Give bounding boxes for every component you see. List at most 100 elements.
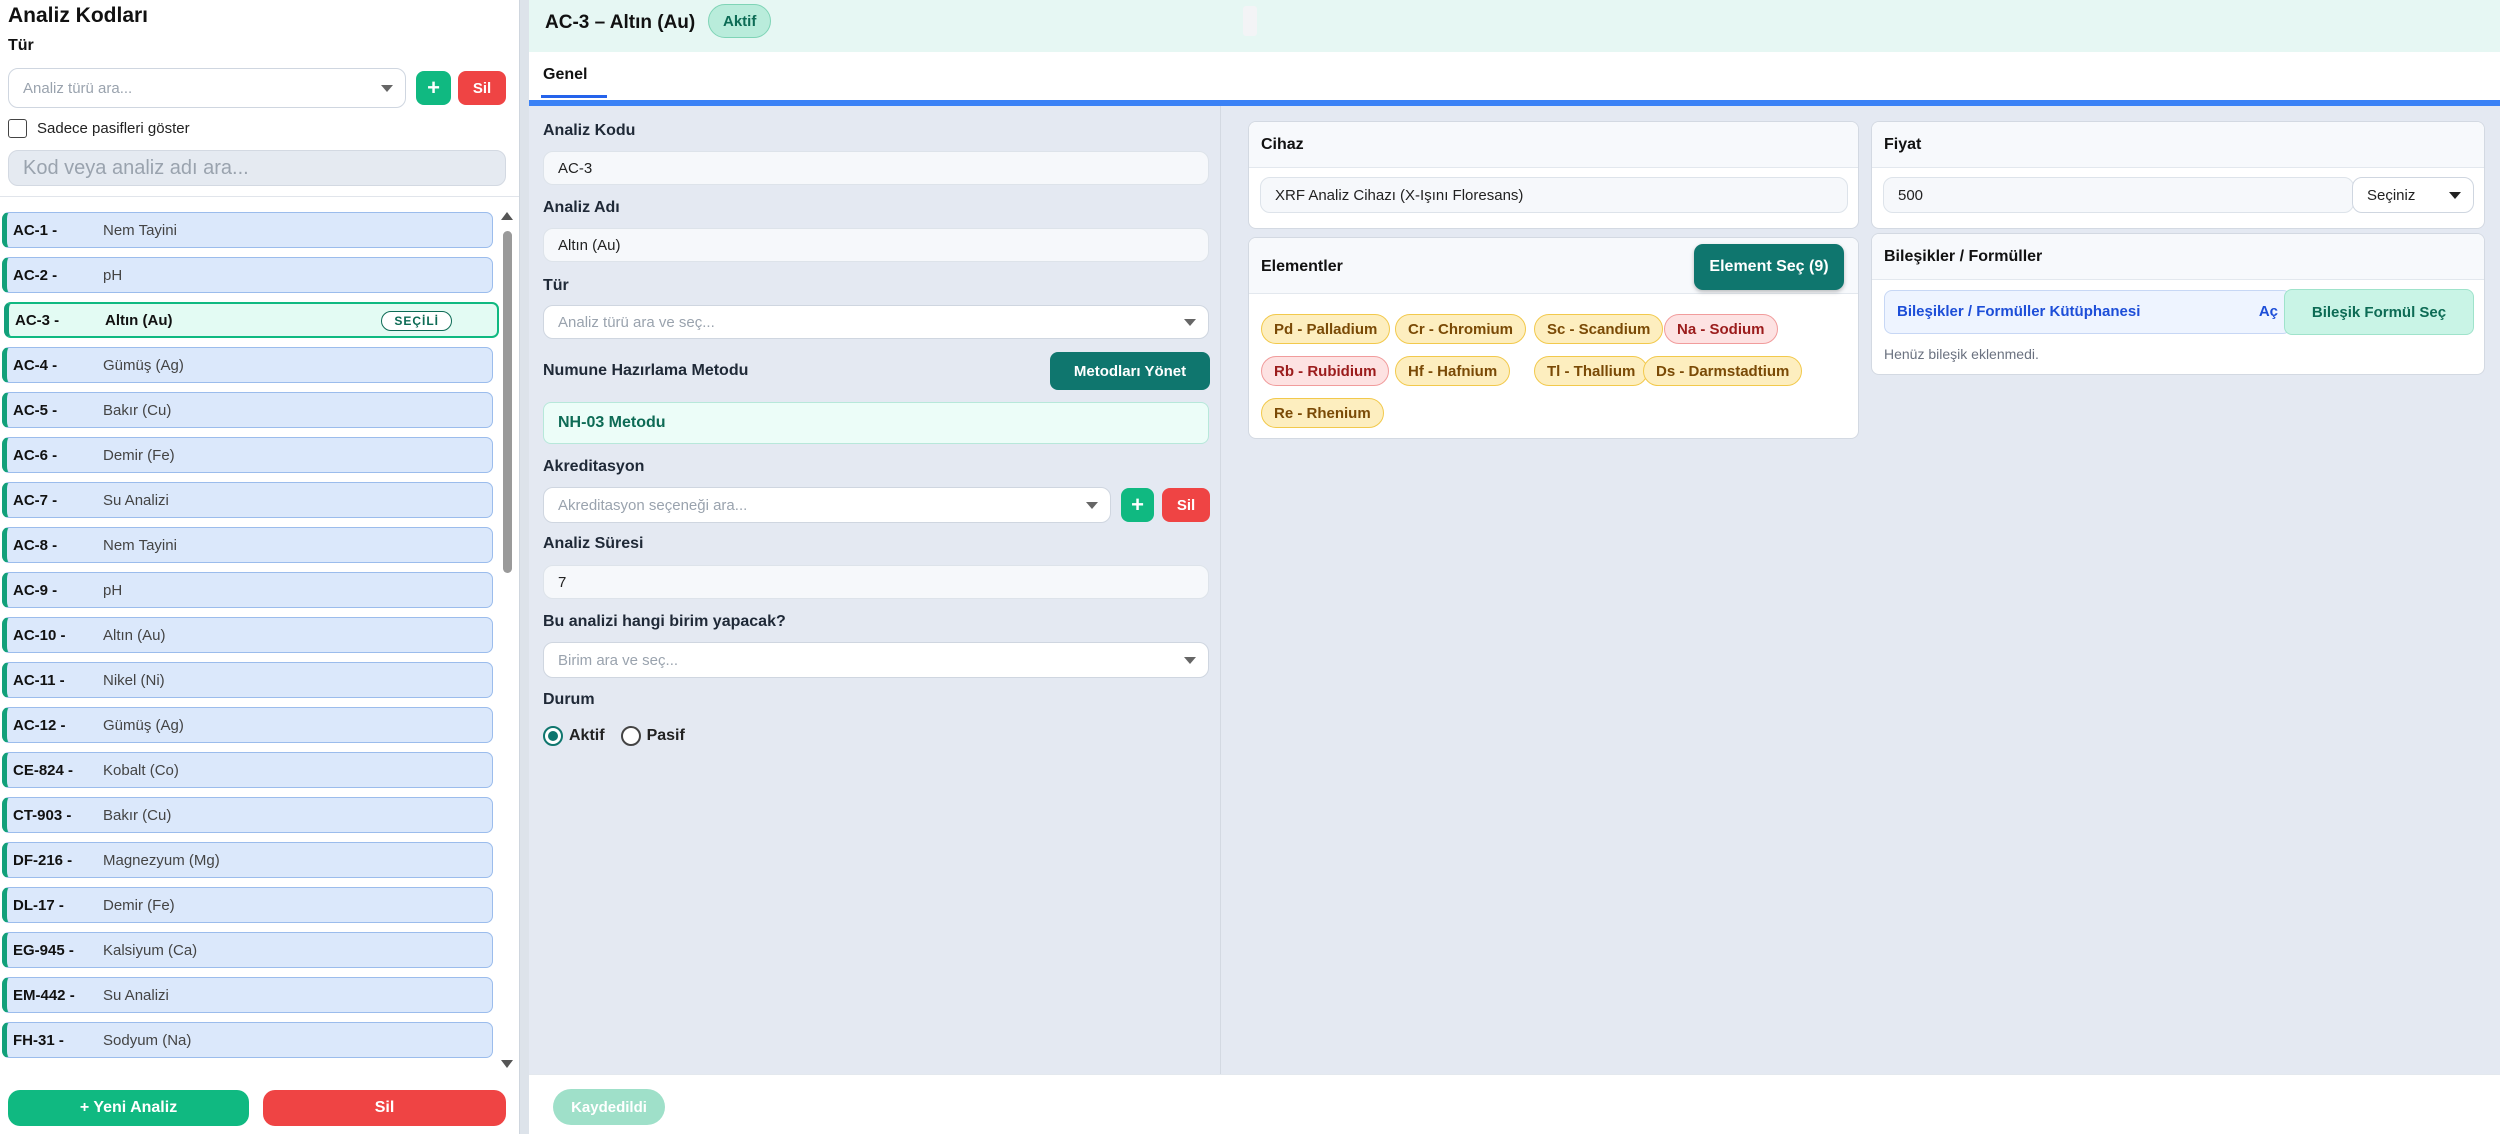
type-combobox[interactable]: Analiz türü ara ve seç...: [543, 305, 1209, 339]
analysis-list-item[interactable]: DF-216 - Magnezyum (Mg): [2, 842, 493, 878]
price-card: Fiyat 500 Seçiniz: [1871, 121, 2485, 229]
analysis-code: AC-4 -: [13, 356, 58, 374]
analysis-name: Nem Tayini: [103, 221, 177, 239]
search-input[interactable]: Kod veya analiz adı ara...: [8, 150, 506, 186]
analysis-list-item[interactable]: AC-7 - Su Analizi: [2, 482, 493, 518]
status-active-label: Aktif: [569, 727, 605, 744]
analysis-name: Kalsiyum (Ca): [103, 941, 198, 959]
save-button[interactable]: Kaydedildi: [553, 1089, 665, 1125]
price-input[interactable]: 500: [1883, 177, 2354, 213]
compounds-title: Bileşikler / Formüller: [1884, 248, 2043, 265]
analysis-code: CE-824 -: [13, 761, 74, 779]
scrollbar-thumb[interactable]: [503, 231, 512, 573]
element-tag[interactable]: Re - Rhenium: [1261, 398, 1384, 428]
header-placeholder-block: [1243, 6, 1257, 36]
status-active-radio[interactable]: [543, 726, 563, 746]
status-badge: Aktif: [708, 4, 772, 38]
panel-splitter[interactable]: [519, 0, 529, 1134]
analysis-list-item[interactable]: CT-903 - Bakır (Cu): [2, 797, 493, 833]
analysis-name: Kobalt (Co): [103, 761, 179, 779]
analysis-list-item[interactable]: FH-31 - Sodyum (Na): [2, 1022, 493, 1058]
tab-genel[interactable]: Genel: [543, 66, 587, 84]
analysis-list-item[interactable]: EM-442 - Su Analizi: [2, 977, 493, 1013]
element-tag[interactable]: Pd - Palladium: [1261, 314, 1391, 344]
analysis-name: Sodyum (Na): [103, 1031, 192, 1049]
analysis-code: EM-442 -: [13, 986, 75, 1004]
duration-label: Analiz Süresi: [543, 535, 644, 552]
chevron-down-icon: [1184, 319, 1196, 326]
chevron-down-icon: [2449, 192, 2461, 199]
delete-analysis-button[interactable]: Sil: [263, 1090, 506, 1126]
selected-badge: SEÇİLİ: [381, 311, 452, 331]
analysis-list-item[interactable]: CE-824 - Kobalt (Co): [2, 752, 493, 788]
device-title: Cihaz: [1261, 136, 1304, 153]
compound-library-link[interactable]: Bileşikler / Formüller Kütüphanesi Aç: [1884, 290, 2291, 334]
analysis-name: Nem Tayini: [103, 536, 177, 554]
type-filter-combobox[interactable]: Analiz türü ara...: [8, 68, 406, 108]
analysis-list-item[interactable]: AC-12 - Gümüş (Ag): [2, 707, 493, 743]
prep-method-value[interactable]: NH-03 Metodu: [543, 402, 1209, 444]
code-input[interactable]: AC-3: [543, 151, 1209, 185]
show-passive-label: Sadece pasifleri göster: [37, 120, 190, 137]
accreditation-placeholder: Akreditasyon seçeneği ara...: [558, 496, 748, 514]
analysis-code: DF-216 -: [13, 851, 73, 869]
accreditation-combobox[interactable]: Akreditasyon seçeneği ara...: [543, 487, 1111, 523]
compounds-card: Bileşikler / Formüller Bileşikler / Form…: [1871, 233, 2485, 375]
name-input[interactable]: Altın (Au): [543, 228, 1209, 262]
analysis-list-item[interactable]: AC-11 - Nikel (Ni): [2, 662, 493, 698]
detail-header: AC-3 – Altın (Au) Aktif: [529, 0, 2500, 52]
analysis-list-item[interactable]: AC-8 - Nem Tayini: [2, 527, 493, 563]
element-tag[interactable]: Hf - Hafnium: [1395, 356, 1511, 386]
element-tag[interactable]: Sc - Scandium: [1534, 314, 1664, 344]
select-compound-button[interactable]: Bileşik Formül Seç: [2284, 289, 2474, 335]
element-tag[interactable]: Cr - Chromium: [1395, 314, 1526, 344]
scroll-up-arrow[interactable]: [501, 212, 513, 220]
show-passive-row[interactable]: Sadece pasifleri göster: [8, 119, 190, 138]
open-library-link[interactable]: Aç: [2259, 303, 2278, 320]
add-accreditation-button[interactable]: +: [1121, 488, 1154, 522]
duration-input[interactable]: 7: [543, 565, 1209, 599]
analysis-list-item[interactable]: AC-4 - Gümüş (Ag): [2, 347, 493, 383]
element-tag[interactable]: Na - Sodium: [1664, 314, 1778, 344]
device-card: Cihaz XRF Analiz Cihazı (X-Işını Floresa…: [1248, 121, 1859, 229]
show-passive-checkbox[interactable]: [8, 119, 27, 138]
scroll-down-arrow[interactable]: [501, 1060, 513, 1068]
analysis-list-item[interactable]: AC-5 - Bakır (Cu): [2, 392, 493, 428]
currency-select[interactable]: Seçiniz: [2352, 177, 2474, 213]
analysis-name: Altın (Au): [105, 311, 173, 329]
element-tag[interactable]: Ds - Darmstadtium: [1643, 356, 1803, 386]
analysis-list-item[interactable]: AC-2 - pH: [2, 257, 493, 293]
accreditation-label: Akreditasyon: [543, 458, 645, 475]
delete-type-button[interactable]: Sil: [458, 71, 506, 105]
element-tag[interactable]: Rb - Rubidium: [1261, 356, 1390, 386]
device-input[interactable]: XRF Analiz Cihazı (X-Işını Floresans): [1260, 177, 1848, 213]
unit-placeholder: Birim ara ve seç...: [558, 651, 679, 669]
add-type-button[interactable]: +: [416, 71, 451, 105]
status-passive-label: Pasif: [646, 727, 685, 744]
analysis-list-item[interactable]: AC-9 - pH: [2, 572, 493, 608]
analysis-name: pH: [103, 266, 123, 284]
analysis-code: AC-12 -: [13, 716, 66, 734]
analysis-code: EG-945 -: [13, 941, 74, 959]
analysis-list-item[interactable]: AC-1 - Nem Tayini: [2, 212, 493, 248]
delete-accreditation-button[interactable]: Sil: [1162, 488, 1210, 522]
analysis-list-item[interactable]: AC-6 - Demir (Fe): [2, 437, 493, 473]
analysis-list-item[interactable]: AC-3 - Altın (Au) SEÇİLİ: [4, 302, 499, 338]
analysis-list-item[interactable]: AC-10 - Altın (Au): [2, 617, 493, 653]
analysis-code: AC-11 -: [13, 671, 65, 689]
analysis-list-item[interactable]: EG-945 - Kalsiyum (Ca): [2, 932, 493, 968]
status-passive-radio[interactable]: [620, 726, 641, 746]
form-footer: Kaydedildi: [529, 1074, 2500, 1134]
analysis-name: Demir (Fe): [103, 446, 175, 464]
analysis-code: DL-17 -: [13, 896, 64, 914]
analysis-name: Magnezyum (Mg): [103, 851, 220, 869]
element-tag[interactable]: Tl - Thallium: [1534, 356, 1649, 386]
analysis-code: AC-1 -: [13, 221, 58, 239]
select-elements-button[interactable]: Element Seç (9): [1694, 244, 1844, 290]
new-analysis-button[interactable]: + Yeni Analiz: [8, 1090, 249, 1126]
manage-methods-button[interactable]: Metodları Yönet: [1050, 352, 1210, 390]
unit-combobox[interactable]: Birim ara ve seç...: [543, 642, 1209, 678]
sidebar-title: Analiz Kodları: [8, 4, 149, 27]
analysis-list-item[interactable]: DL-17 - Demir (Fe): [2, 887, 493, 923]
code-label: Analiz Kodu: [543, 122, 636, 139]
